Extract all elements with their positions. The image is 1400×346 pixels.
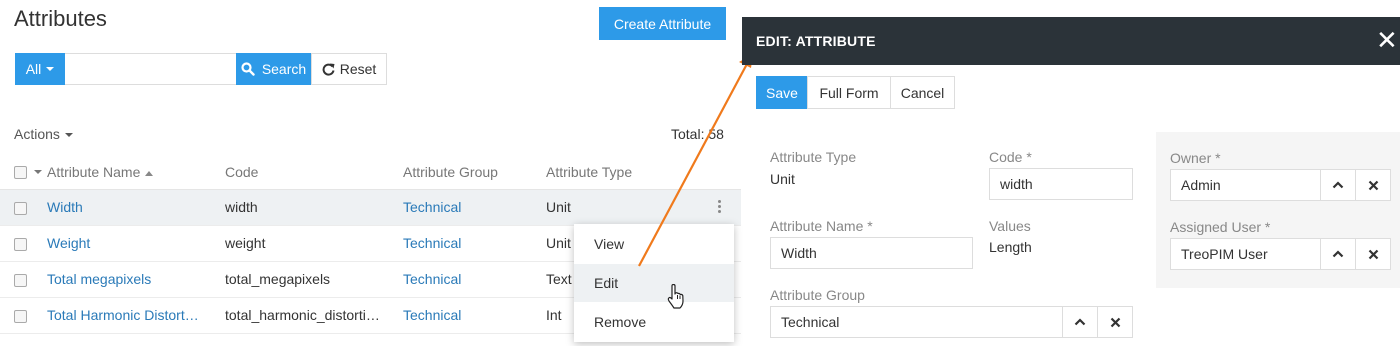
clear-x-icon xyxy=(1368,249,1378,259)
attribute-group-label: Attribute Group xyxy=(770,287,865,303)
owner-field[interactable]: Admin xyxy=(1170,169,1321,201)
attribute-type-label: Attribute Type xyxy=(770,149,857,165)
assigned-user-label: Assigned User * xyxy=(1170,219,1271,235)
values-label: Values xyxy=(989,218,1031,234)
attribute-group-clear-button[interactable] xyxy=(1097,306,1133,338)
owner-select-button[interactable] xyxy=(1320,169,1356,201)
chevron-up-icon xyxy=(1074,318,1086,326)
clear-x-icon xyxy=(1368,180,1378,190)
chevron-up-icon xyxy=(1332,181,1344,189)
code-label: Code * xyxy=(989,149,1032,165)
close-icon[interactable]: ✕ xyxy=(1376,27,1398,53)
attribute-name-label: Attribute Name * xyxy=(770,218,873,234)
assigned-user-field[interactable]: TreoPIM User xyxy=(1170,238,1321,270)
owner-label: Owner * xyxy=(1170,150,1221,166)
modal-title: EDIT: ATTRIBUTE xyxy=(756,33,876,49)
values-value: Length xyxy=(989,239,1032,255)
attribute-group-select-button[interactable] xyxy=(1062,306,1098,338)
code-field[interactable]: width xyxy=(989,168,1133,200)
chevron-up-icon xyxy=(1332,250,1344,258)
attribute-group-field[interactable]: Technical xyxy=(770,306,1063,338)
clear-x-icon xyxy=(1110,317,1120,327)
cancel-button[interactable]: Cancel xyxy=(890,76,955,109)
save-button[interactable]: Save xyxy=(756,76,808,109)
assigned-user-select-button[interactable] xyxy=(1320,238,1356,270)
owner-clear-button[interactable] xyxy=(1355,169,1391,201)
attribute-type-value: Unit xyxy=(770,171,795,187)
full-form-button[interactable]: Full Form xyxy=(807,76,891,109)
attribute-name-field[interactable]: Width xyxy=(770,237,973,269)
assigned-user-clear-button[interactable] xyxy=(1355,238,1391,270)
